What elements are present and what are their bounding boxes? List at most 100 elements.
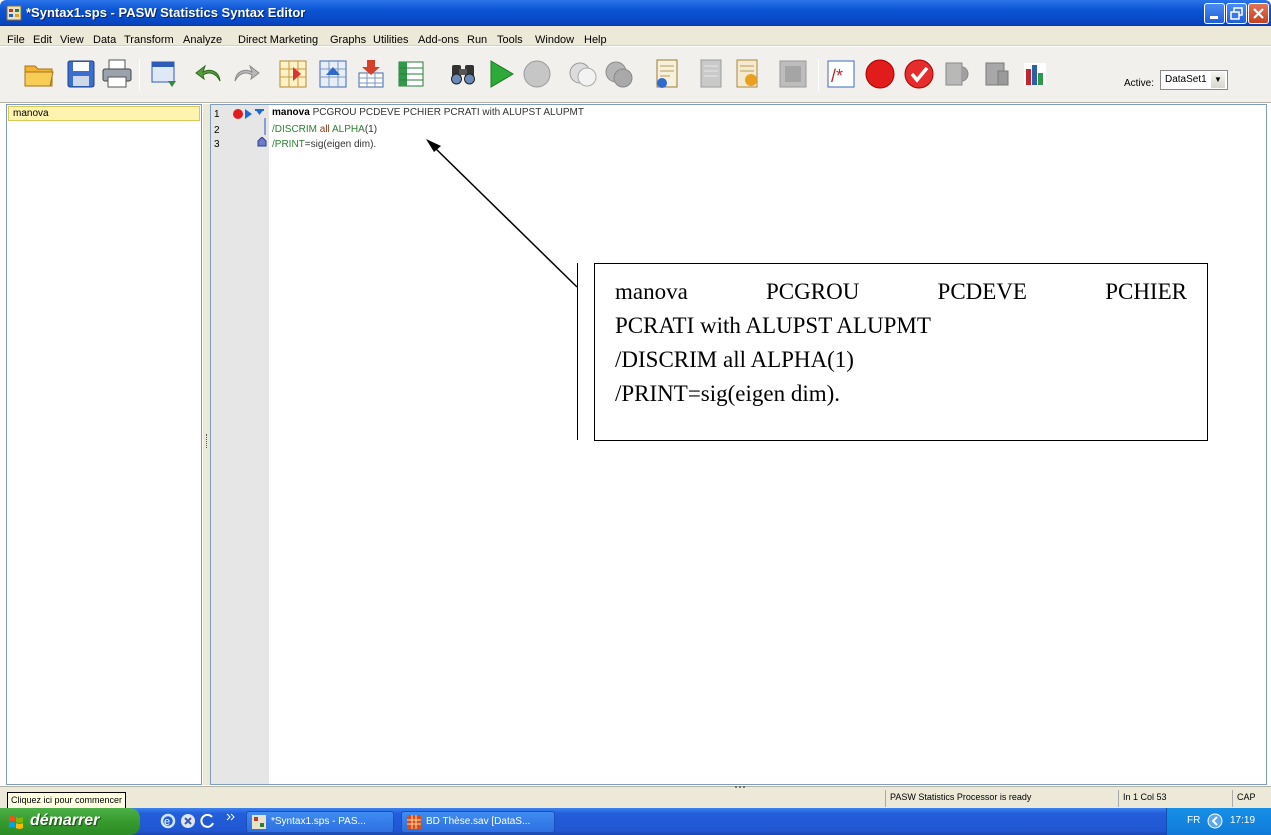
- chevron-right-icon[interactable]: [226, 812, 236, 822]
- task-label: BD Thèse.sav [DataS...: [426, 816, 531, 827]
- restore-button[interactable]: [1226, 3, 1247, 24]
- close-button[interactable]: [1248, 3, 1269, 24]
- undo-icon[interactable]: [193, 57, 227, 91]
- menu-transform[interactable]: Transform: [124, 34, 174, 46]
- splitter-grip[interactable]: [206, 434, 208, 448]
- nav-item-manova[interactable]: manova: [8, 106, 200, 121]
- next-bookmark-icon[interactable]: [980, 57, 1014, 91]
- status-bar: Cliquez ici pour commencer PASW Statisti…: [0, 784, 1271, 809]
- code-keyword: ALPHA: [332, 124, 365, 135]
- svg-text:e: e: [164, 816, 170, 828]
- annotation-word: PCGROU: [766, 279, 860, 304]
- annotation-line-2: PCRATI with ALUPST ALUPMT: [615, 313, 931, 338]
- line-number: 2: [214, 125, 220, 136]
- task-label: *Syntax1.sps - PAS...: [271, 816, 366, 827]
- active-dataset-select[interactable]: DataSet1 ▼: [1160, 70, 1228, 90]
- tray-app-icon[interactable]: [1207, 813, 1223, 829]
- language-indicator[interactable]: FR: [1187, 815, 1200, 826]
- open-icon[interactable]: [22, 57, 56, 91]
- menu-view[interactable]: View: [60, 34, 84, 46]
- annotation-line-1: manova PCGROU PCDEVE PCHIER: [615, 275, 1187, 309]
- hide-syntax-icon[interactable]: [602, 57, 636, 91]
- ie-icon[interactable]: e: [160, 813, 176, 829]
- menu-edit[interactable]: Edit: [33, 34, 52, 46]
- svg-text:/*: /*: [831, 66, 843, 86]
- print-icon[interactable]: [100, 57, 134, 91]
- chevron-down-icon[interactable]: ▼: [1211, 72, 1225, 88]
- menu-tools[interactable]: Tools: [497, 34, 523, 46]
- goto-output-icon[interactable]: [650, 57, 684, 91]
- menu-analyze[interactable]: Analyze: [183, 34, 222, 46]
- editor-gutter[interactable]: 1 2 3: [211, 105, 269, 784]
- code-keyword: manova: [272, 107, 310, 118]
- menu-window[interactable]: Window: [535, 34, 574, 46]
- syntax-editor[interactable]: 1 2 3 manova PCGROU PCDEVE PCHIER PCRATI…: [210, 104, 1267, 785]
- block-comment-icon[interactable]: /*: [824, 57, 858, 91]
- variables-icon[interactable]: [354, 57, 388, 91]
- toolbar-separator: [139, 59, 140, 91]
- menu-run[interactable]: Run: [467, 34, 487, 46]
- redo-icon[interactable]: [228, 57, 262, 91]
- minimize-icon: [1210, 16, 1218, 19]
- pane-splitter[interactable]: [203, 104, 210, 785]
- menu-graphs[interactable]: Graphs: [330, 34, 366, 46]
- start-tooltip: Cliquez ici pour commencer: [7, 792, 127, 809]
- save-icon[interactable]: [64, 57, 98, 91]
- menu-utilities[interactable]: Utilities: [373, 34, 408, 46]
- title-bar[interactable]: *Syntax1.sps - PASW Statistics Syntax Ed…: [0, 0, 1271, 26]
- navigation-pane: manova: [6, 104, 202, 785]
- validate-icon[interactable]: [902, 57, 936, 91]
- code-line-1[interactable]: manova PCGROU PCDEVE PCHIER PCRATI with …: [272, 107, 584, 118]
- syntax-help-icon[interactable]: [694, 57, 728, 91]
- annotation-line-3: /DISCRIM all ALPHA(1): [615, 347, 854, 372]
- menu-file[interactable]: File: [7, 34, 25, 46]
- resize-grip-icon[interactable]: [733, 784, 747, 790]
- clear-bookmarks-icon[interactable]: [1018, 57, 1052, 91]
- code-line-3[interactable]: /PRINT=sig(eigen dim).: [272, 139, 376, 150]
- code-text: all: [317, 124, 333, 135]
- media-player-icon[interactable]: [180, 813, 196, 829]
- toolbar-separator: [818, 59, 819, 91]
- browser-icon[interactable]: [200, 813, 216, 829]
- active-dataset-label: Active:: [1124, 78, 1155, 89]
- show-syntax-icon[interactable]: [566, 57, 600, 91]
- active-dataset-value: DataSet1: [1165, 74, 1207, 85]
- close-icon: [1253, 8, 1264, 19]
- add-breakpoint-icon[interactable]: [863, 57, 897, 91]
- menu-bar: File Edit View Data Transform Analyze Di…: [0, 26, 1271, 46]
- system-tray: FR 17:19: [1166, 808, 1271, 835]
- menu-data[interactable]: Data: [93, 34, 116, 46]
- menu-addons[interactable]: Add-ons: [418, 34, 459, 46]
- annotation-line-4: /PRINT=sig(eigen dim).: [615, 381, 841, 406]
- window-title: *Syntax1.sps - PASW Statistics Syntax Ed…: [26, 5, 306, 20]
- code-subcommand: /PRINT: [272, 139, 305, 150]
- uncomment-icon[interactable]: [776, 57, 810, 91]
- annotation-box: manova PCGROU PCDEVE PCHIER PCRATI with …: [594, 263, 1208, 441]
- menu-help[interactable]: Help: [584, 34, 607, 46]
- task-data-editor[interactable]: BD Thèse.sav [DataS...: [401, 811, 555, 833]
- task-syntax-editor[interactable]: *Syntax1.sps - PAS...: [246, 811, 394, 833]
- annotation-word: PCHIER: [1105, 279, 1187, 304]
- code-subcommand: /DISCRIM: [272, 124, 317, 135]
- menu-direct-marketing[interactable]: Direct Marketing: [238, 34, 318, 46]
- status-cursor-position: In 1 Col 53: [1118, 790, 1186, 807]
- start-button[interactable]: démarrer: [0, 808, 140, 835]
- clock: 17:19: [1230, 815, 1256, 826]
- bookmark-icon[interactable]: [940, 57, 974, 91]
- code-text: PCGROU PCDEVE PCHIER PCRATI with ALUPST …: [309, 107, 584, 118]
- comment-icon[interactable]: [730, 57, 764, 91]
- dialog-recall-icon[interactable]: [148, 57, 182, 91]
- find-icon[interactable]: [446, 57, 480, 91]
- goto-variable-icon[interactable]: [316, 57, 350, 91]
- command-end-icon: [257, 137, 267, 147]
- value-labels-icon[interactable]: [394, 57, 428, 91]
- start-label: démarrer: [30, 812, 100, 829]
- run-selection-icon[interactable]: [484, 57, 518, 91]
- minimize-button[interactable]: [1204, 3, 1225, 24]
- line-number: 3: [214, 139, 220, 150]
- code-line-2[interactable]: /DISCRIM all ALPHA(1): [272, 124, 377, 135]
- stop-icon[interactable]: [520, 57, 554, 91]
- goto-case-icon[interactable]: [276, 57, 310, 91]
- status-processor: PASW Statistics Processor is ready: [885, 790, 1072, 807]
- spss-syntax-icon: [252, 815, 266, 829]
